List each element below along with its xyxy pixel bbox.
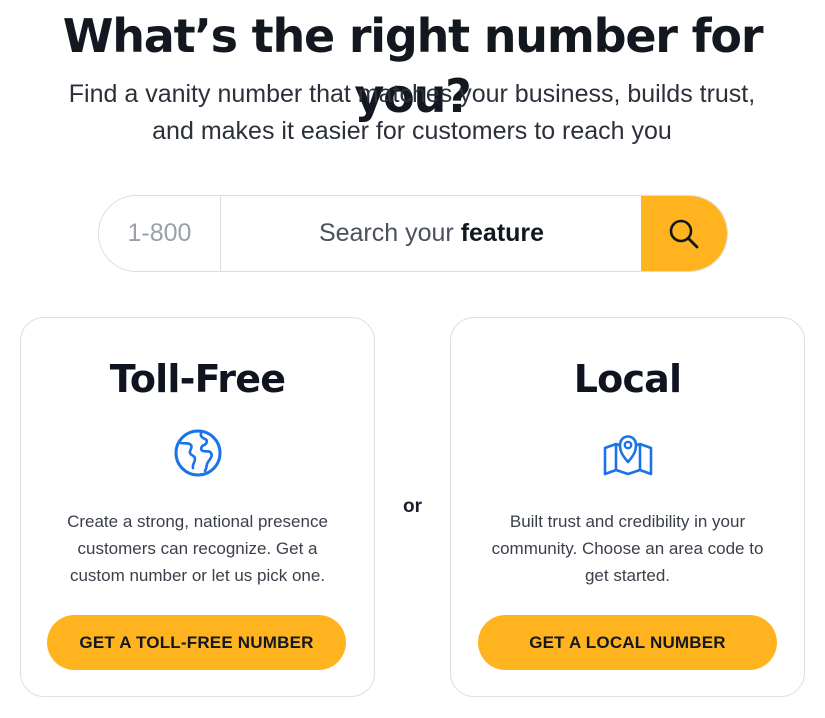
- toll-free-description: Create a strong, national presence custo…: [67, 512, 328, 585]
- get-local-number-button[interactable]: GET A LOCAL NUMBER: [478, 615, 777, 670]
- local-card: Local Built trust and credibility in you…: [450, 317, 805, 697]
- local-description: Built trust and credibility in your comm…: [491, 512, 764, 585]
- page-subtitle: Find a vanity number that matches your b…: [68, 80, 756, 145]
- search-button[interactable]: [641, 196, 727, 271]
- toll-free-card: Toll-Free Create a strong, national pres…: [20, 317, 375, 697]
- search-icon: [669, 219, 699, 248]
- search-placeholder-emphasis: feature: [460, 219, 545, 247]
- or-separator: or: [403, 496, 422, 517]
- local-title: Local: [573, 357, 682, 401]
- toll-free-title: Toll-Free: [109, 357, 286, 401]
- get-toll-free-number-button[interactable]: GET A TOLL-FREE NUMBER: [47, 615, 346, 670]
- map-pin-icon: [603, 435, 652, 476]
- number-prefix-selector[interactable]: 1-800: [99, 196, 221, 271]
- globe-icon: [174, 429, 221, 477]
- number-search-bar: 1-800 Search your feature: [98, 195, 728, 272]
- search-placeholder-lead: Search your: [318, 219, 461, 247]
- search-input[interactable]: Search your feature: [221, 196, 642, 271]
